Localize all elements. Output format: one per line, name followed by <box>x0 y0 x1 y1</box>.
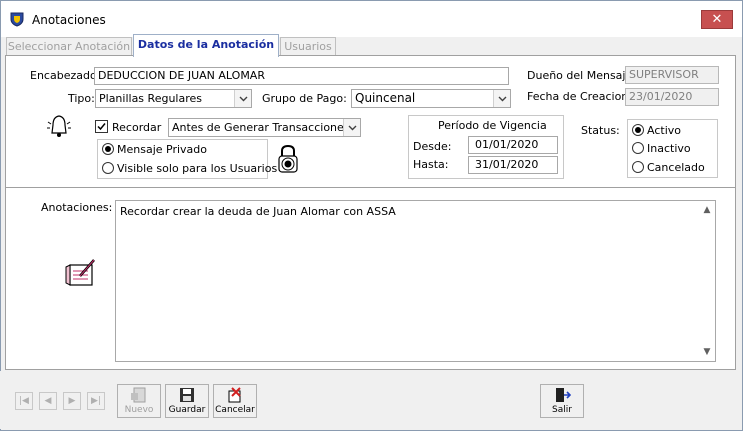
tipo-select[interactable]: Planillas Regulares <box>95 89 252 108</box>
title-bar: Anotaciones ✕ <box>1 1 742 37</box>
status-inactivo-radio[interactable] <box>632 142 644 154</box>
status-cancelado-label: Cancelado <box>647 161 705 174</box>
close-button[interactable]: ✕ <box>701 10 733 29</box>
fecha-creacion-label: Fecha de Creacion: <box>527 90 632 103</box>
scroll-up-icon[interactable]: ▲ <box>701 204 713 216</box>
desde-label: Desde: <box>413 140 452 153</box>
prev-record-icon: ◀ <box>44 396 52 406</box>
nuevo-button[interactable]: Nuevo <box>117 384 161 418</box>
notepad-pen-icon <box>65 259 95 286</box>
cancel-icon <box>228 387 241 403</box>
first-record-button[interactable]: |◀ <box>15 392 33 410</box>
tipo-value: Planillas Regulares <box>99 92 202 105</box>
app-shield-icon <box>10 12 24 27</box>
anotaciones-textarea[interactable]: Recordar crear la deuda de Juan Alomar c… <box>115 200 716 362</box>
close-icon: ✕ <box>711 12 723 27</box>
tab-datos-anotacion[interactable]: Datos de la Anotación <box>133 34 279 57</box>
dueno-field: SUPERVISOR <box>625 66 719 84</box>
encabezado-field[interactable]: DEDUCCION DE JUAN ALOMAR <box>94 67 509 85</box>
desde-field[interactable]: 01/01/2020 <box>468 136 558 154</box>
mensaje-privado-label: Mensaje Privado <box>117 143 208 156</box>
nuevo-label: Nuevo <box>124 405 154 415</box>
chevron-down-icon <box>234 90 251 107</box>
tipo-label: Tipo: <box>68 92 95 105</box>
grupo-pago-value: Quincenal <box>355 91 416 105</box>
visible-usuarios-radio[interactable] <box>102 162 114 174</box>
fecha-creacion-field: 23/01/2020 <box>625 88 719 106</box>
exit-door-icon <box>556 388 571 402</box>
save-disk-icon <box>180 388 194 402</box>
recordar-label: Recordar <box>112 121 162 134</box>
status-cancelado-radio[interactable] <box>632 161 644 173</box>
first-record-icon: |◀ <box>19 396 29 406</box>
scroll-down-icon[interactable]: ▼ <box>701 346 713 358</box>
dueno-label: Dueño del Mensaje: <box>527 69 636 82</box>
cancelar-button[interactable]: Cancelar <box>213 384 257 418</box>
status-activo-radio[interactable] <box>632 124 644 136</box>
salir-button[interactable]: Salir <box>540 384 584 418</box>
status-label: Status: <box>581 124 620 137</box>
guardar-label: Guardar <box>168 405 206 415</box>
recordar-option-value: Antes de Generar Transacciones <box>172 121 350 134</box>
checkmark-icon <box>97 123 106 131</box>
anotaciones-text: Recordar crear la deuda de Juan Alomar c… <box>120 205 396 218</box>
next-record-icon: ▶ <box>68 396 76 406</box>
status-activo-label: Activo <box>647 124 681 137</box>
mensaje-privado-radio[interactable] <box>102 143 114 155</box>
next-record-button[interactable]: ▶ <box>63 392 81 410</box>
chevron-down-icon <box>343 119 360 136</box>
recordar-checkbox[interactable] <box>95 120 108 133</box>
guardar-button[interactable]: Guardar <box>165 384 209 418</box>
grupo-pago-select[interactable]: Quincenal <box>351 89 511 108</box>
prev-record-button[interactable]: ◀ <box>39 392 57 410</box>
anotaciones-label: Anotaciones: <box>41 201 113 214</box>
new-document-icon <box>131 387 146 403</box>
chevron-down-icon <box>493 90 510 107</box>
tab-seleccionar-anotacion[interactable]: Seleccionar Anotación <box>6 37 132 56</box>
cancelar-label: Cancelar <box>215 405 255 415</box>
encabezado-label: Encabezado: <box>30 69 101 82</box>
window-title: Anotaciones <box>32 13 106 27</box>
visible-usuarios-label: Visible solo para los Usuarios : <box>117 162 285 175</box>
tab-strip: Seleccionar Anotación Datos de la Anotac… <box>6 34 737 57</box>
periodo-vigencia-title: Período de Vigencia <box>438 119 547 132</box>
salir-label: Salir <box>552 405 572 415</box>
status-inactivo-label: Inactivo <box>647 142 691 155</box>
padlock-icon <box>278 144 298 173</box>
recordar-select[interactable]: Antes de Generar Transacciones <box>168 118 361 137</box>
last-record-icon: ▶| <box>91 396 101 406</box>
hasta-field[interactable]: 31/01/2020 <box>468 156 558 174</box>
last-record-button[interactable]: ▶| <box>87 392 105 410</box>
tab-usuarios[interactable]: Usuarios <box>280 37 336 56</box>
bell-icon <box>47 115 71 137</box>
hasta-label: Hasta: <box>413 158 449 171</box>
bottom-toolbar <box>0 371 741 429</box>
grupo-pago-label: Grupo de Pago: <box>262 92 347 105</box>
